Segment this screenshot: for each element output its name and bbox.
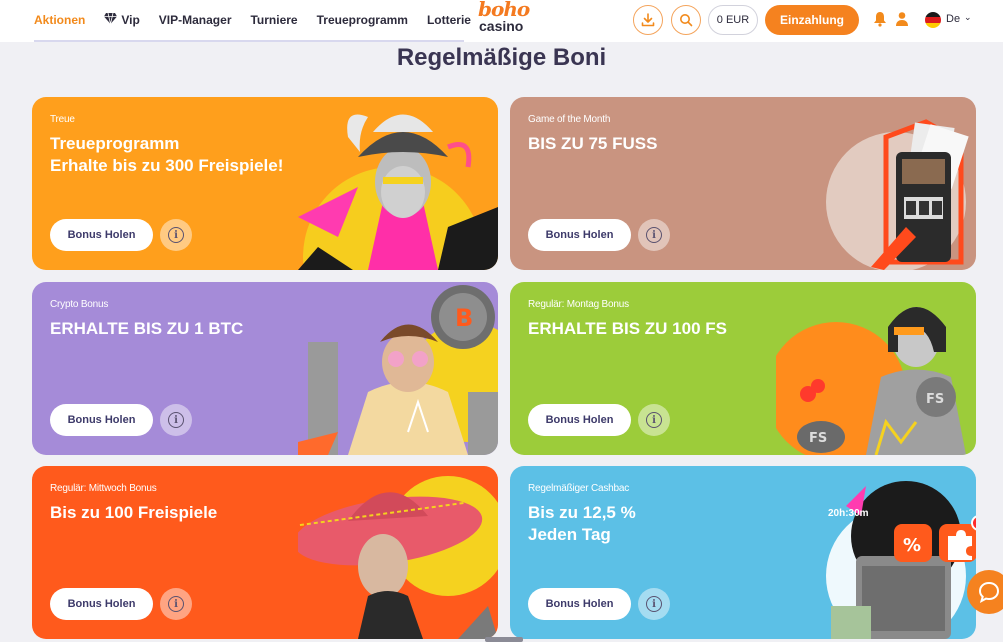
diamond-icon [104, 12, 118, 27]
scroll-indicator[interactable] [485, 637, 523, 642]
info-icon: i [646, 412, 662, 428]
card-title: Bis zu 12,5 % Jeden Tag [528, 503, 636, 544]
card-tag: Treue [50, 114, 75, 125]
search-icon [680, 14, 693, 27]
woman-with-coins-illustration: FS FS [776, 307, 966, 455]
chat-icon [978, 581, 1000, 603]
man-with-bitcoin-illustration: B [298, 285, 498, 455]
nav-item-vip-manager[interactable]: VIP-Manager [159, 13, 232, 27]
svg-text:FS: FS [926, 392, 944, 407]
bonus-card-mittwoch: Regulär: Mittwoch Bonus Bis zu 100 Freis… [32, 466, 498, 639]
info-button[interactable]: i [160, 588, 192, 620]
card-title: Bis zu 100 Freispiele [50, 503, 218, 522]
nav-item-label: Turniere [250, 13, 298, 27]
card-tag: Crypto Bonus [50, 299, 109, 310]
nav-item-treueprogramm[interactable]: Treueprogramm [317, 13, 408, 27]
nav-item-label: Aktionen [34, 13, 86, 27]
nav-item-turniere[interactable]: Turniere [250, 13, 297, 27]
card-title: ERHALTE BIS ZU 1 BTC [50, 319, 244, 338]
info-button[interactable]: i [638, 588, 670, 620]
language-selector[interactable]: De [946, 13, 960, 25]
card-title: ERHALTE BIS ZU 100 FS [528, 319, 727, 338]
bonus-holen-button[interactable]: Bonus Holen [50, 219, 153, 251]
nav-item-lotterie[interactable]: Lotterie [427, 13, 471, 27]
section-title: Regelmäßige Boni [396, 44, 607, 71]
nav-item-label: Vip [121, 13, 140, 27]
card-title: Treueprogramm Erhalte bis zu 300 Freispie… [50, 134, 284, 175]
cashback-briefcase-illustration: % [826, 481, 976, 639]
card-tag: Regulär: Mittwoch Bonus [50, 483, 157, 494]
info-icon: i [168, 596, 184, 612]
logo-wordmark-bottom: casino [479, 18, 524, 34]
nav-item-aktionen[interactable]: Aktionen [34, 13, 85, 27]
balance-display[interactable]: 0 EUR [708, 5, 758, 35]
info-button[interactable]: i [638, 404, 670, 436]
live-chat-button[interactable] [967, 570, 1003, 614]
bonus-card-cashback: % 20h:30m Regelmäßiger Cashbac Bis zu 12… [510, 466, 976, 639]
card-title: BIS ZU 75 FUSS [528, 134, 658, 153]
card-tag: Regelmäßiger Cashbac [528, 483, 630, 494]
info-button[interactable]: i [160, 219, 192, 251]
woman-with-sombrero-illustration [298, 476, 498, 639]
woman-flamingo-hat-illustration [298, 114, 498, 270]
bonus-card-crypto: B Crypto Bonus ERHALTE BIS ZU 1 BTC Bonu… [32, 282, 498, 455]
bonus-holen-button[interactable]: Bonus Holen [50, 588, 153, 620]
bonus-holen-button[interactable]: Bonus Holen [528, 588, 631, 620]
countdown-timer: 20h:30m [828, 508, 869, 519]
bonus-card-montag: FS FS Regulär: Montag Bonus ERHALTE BIS … [510, 282, 976, 455]
svg-text:FS: FS [809, 431, 827, 446]
info-button[interactable]: i [160, 404, 192, 436]
slot-machine-illustration [826, 119, 969, 270]
top-header: Aktionen Vip VIP-Manager Turniere Treuep… [0, 0, 1003, 42]
main-nav: Aktionen Vip VIP-Manager Turniere Treuep… [34, 0, 490, 40]
nav-item-label: Lotterie [426, 13, 471, 27]
info-button[interactable]: i [638, 219, 670, 251]
info-icon: i [168, 412, 184, 428]
user-icon[interactable] [895, 11, 909, 27]
info-icon: i [646, 227, 662, 243]
info-icon: i [646, 596, 662, 612]
bonus-holen-button[interactable]: Bonus Holen [50, 404, 153, 436]
nav-item-vip[interactable]: Vip [104, 12, 140, 27]
svg-text:%: % [903, 535, 921, 556]
download-button[interactable] [633, 5, 663, 35]
card-tag: Game of the Month [528, 114, 611, 125]
bonus-card-treue: Treue Treueprogramm Erhalte bis zu 300 Fr… [32, 97, 498, 270]
download-icon [641, 13, 655, 27]
info-icon: i [168, 227, 184, 243]
bonus-card-game-of-the-month: Game of the Month BIS ZU 75 FUSS Bonus H… [510, 97, 976, 270]
search-button[interactable] [671, 5, 701, 35]
card-tag: Regulär: Montag Bonus [528, 299, 629, 310]
nav-divider [34, 40, 464, 42]
svg-text:B: B [455, 304, 473, 332]
deposit-button[interactable]: Einzahlung [765, 5, 859, 35]
nav-item-label: VIP-Manager [158, 13, 232, 27]
bonus-holen-button[interactable]: Bonus Holen [528, 219, 631, 251]
bell-icon[interactable] [873, 11, 887, 27]
germany-flag-icon[interactable] [925, 12, 941, 28]
bonus-holen-button[interactable]: Bonus Holen [528, 404, 631, 436]
chevron-down-icon[interactable]: ⌄ [964, 12, 972, 23]
nav-item-label: Treueprogramm [316, 13, 408, 27]
casino-logo[interactable]: boho casino [474, 0, 534, 40]
